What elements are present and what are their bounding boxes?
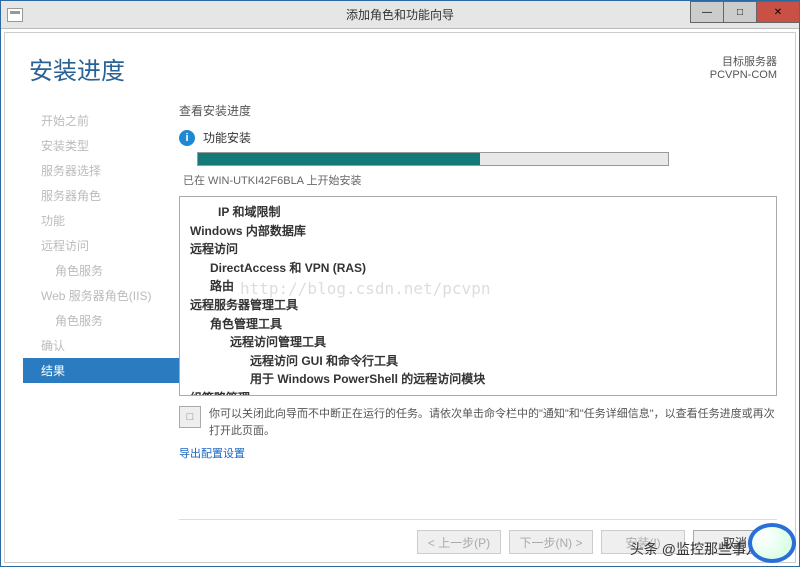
- status-row: i 功能安装: [179, 129, 777, 146]
- titlebar: 添加角色和功能向导 — □ ✕: [1, 1, 799, 29]
- sidebar-item-8: 角色服务: [23, 308, 179, 333]
- wizard-window: 添加角色和功能向导 — □ ✕ 安装进度 目标服务器 PCVPN-COM 开始之…: [0, 0, 800, 567]
- client-area: 安装进度 目标服务器 PCVPN-COM 开始之前安装类型服务器选择服务器角色功…: [4, 32, 796, 563]
- tree-item-6: 角色管理工具: [210, 315, 766, 334]
- progress-bar: [197, 152, 669, 166]
- install-tree[interactable]: http://blog.csdn.net/pcvpn IP 和域限制Window…: [179, 196, 777, 396]
- prev-button: < 上一步(P): [417, 530, 501, 554]
- sidebar-item-3: 服务器角色: [23, 183, 179, 208]
- tree-item-10: 组策略管理: [190, 389, 766, 396]
- tree-item-5: 远程服务器管理工具: [190, 296, 766, 315]
- tree-item-7: 远程访问管理工具: [230, 333, 766, 352]
- tree-item-8: 远程访问 GUI 和命令行工具: [250, 352, 766, 371]
- sidebar: 开始之前安装类型服务器选择服务器角色功能远程访问角色服务Web 服务器角色(II…: [23, 102, 179, 554]
- sidebar-item-10[interactable]: 结果: [23, 358, 179, 383]
- tree-item-3: DirectAccess 和 VPN (RAS): [210, 259, 766, 278]
- destination-info: 目标服务器 PCVPN-COM: [710, 53, 777, 81]
- status-note: 已在 WIN-UTKI42F6BLA 上开始安装: [183, 172, 777, 188]
- sidebar-item-1: 安装类型: [23, 133, 179, 158]
- overlay-logo-icon: [748, 523, 796, 563]
- tree-item-1: Windows 内部数据库: [190, 222, 766, 241]
- sidebar-item-5: 远程访问: [23, 233, 179, 258]
- next-button: 下一步(N) >: [509, 530, 593, 554]
- section-label: 查看安装进度: [179, 102, 777, 119]
- sidebar-item-2: 服务器选择: [23, 158, 179, 183]
- destination-name: PCVPN-COM: [710, 69, 777, 81]
- flag-icon: □: [179, 406, 201, 428]
- sidebar-item-9: 确认: [23, 333, 179, 358]
- sidebar-item-6: 角色服务: [23, 258, 179, 283]
- note-row: □ 你可以关闭此向导而不中断正在运行的任务。请依次单击命令栏中的"通知"和"任务…: [179, 406, 777, 439]
- main-content: 查看安装进度 i 功能安装 已在 WIN-UTKI42F6BLA 上开始安装 h…: [179, 102, 777, 554]
- sidebar-item-0: 开始之前: [23, 108, 179, 133]
- note-text: 你可以关闭此向导而不中断正在运行的任务。请依次单击命令栏中的"通知"和"任务详细…: [209, 406, 777, 439]
- tree-item-9: 用于 Windows PowerShell 的远程访问模块: [250, 370, 766, 389]
- export-settings-link[interactable]: 导出配置设置: [179, 445, 777, 461]
- info-icon: i: [179, 130, 195, 146]
- window-title: 添加角色和功能向导: [1, 6, 799, 23]
- tree-item-2: 远程访问: [190, 240, 766, 259]
- tree-item-4: 路由: [210, 277, 766, 296]
- status-text: 功能安装: [203, 129, 251, 146]
- overlay-attribution: 头条 @监控那些事儿: [630, 539, 760, 559]
- progress-fill: [198, 153, 480, 165]
- sidebar-item-7: Web 服务器角色(IIS): [23, 283, 179, 308]
- page-title: 安装进度: [29, 51, 125, 86]
- destination-label: 目标服务器: [710, 53, 777, 69]
- sidebar-item-4: 功能: [23, 208, 179, 233]
- tree-item-0: IP 和域限制: [218, 203, 766, 222]
